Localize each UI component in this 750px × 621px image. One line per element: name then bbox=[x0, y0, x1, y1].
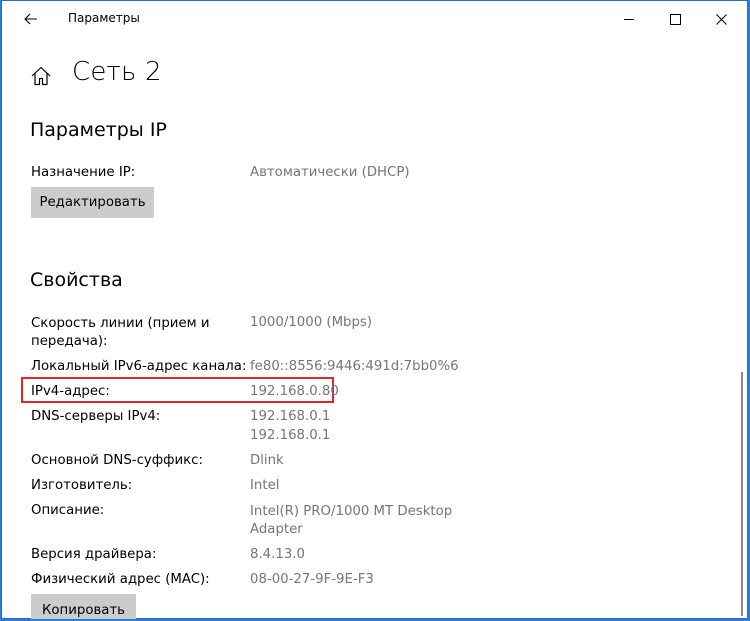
description-value-line-2: Adapter bbox=[250, 522, 303, 537]
minimize-button[interactable] bbox=[606, 0, 652, 38]
page-title: Сеть 2 bbox=[72, 57, 162, 87]
home-button[interactable] bbox=[30, 65, 52, 87]
manufacturer-value: Intel bbox=[250, 478, 280, 493]
title-bar: Параметры bbox=[1, 0, 748, 38]
manufacturer-label: Изготовитель: bbox=[31, 478, 133, 493]
dns-suffix-label: Основной DNS-суффикс: bbox=[31, 453, 203, 468]
maximize-icon bbox=[669, 13, 681, 25]
driver-version-label: Версия драйвера: bbox=[31, 547, 157, 562]
mac-address-label: Физический адрес (MAC): bbox=[31, 572, 210, 587]
maximize-button[interactable] bbox=[652, 0, 698, 38]
dns-server-value-2: 192.168.0.1 bbox=[250, 428, 331, 443]
properties-heading: Свойства bbox=[30, 269, 123, 291]
ipv6-value: fe80::8556:9446:491d:7bb0%6 bbox=[250, 359, 459, 374]
link-speed-label: Скорость линии (прием и bbox=[31, 316, 210, 331]
ip-assignment-label: Назначение IP: bbox=[31, 165, 136, 180]
mac-address-value: 08-00-27-9F-9E-F3 bbox=[250, 572, 374, 587]
link-speed-label-cont: передача): bbox=[31, 334, 108, 349]
ipv4-label: IPv4-адрес: bbox=[31, 384, 110, 399]
window-title: Параметры bbox=[68, 11, 140, 25]
settings-window: Параметры Сеть 2 Параметры IP Назначение… bbox=[1, 0, 748, 619]
vertical-scrollbar[interactable] bbox=[741, 372, 743, 616]
back-arrow-icon bbox=[24, 13, 37, 25]
edit-button[interactable]: Редактировать bbox=[31, 187, 154, 218]
ipv4-value: 192.168.0.80 bbox=[250, 384, 339, 399]
link-speed-value: 1000/1000 (Mbps) bbox=[250, 315, 373, 330]
ip-settings-heading: Параметры IP bbox=[30, 119, 167, 141]
dns-suffix-value: Dlink bbox=[250, 453, 284, 468]
back-button[interactable] bbox=[14, 5, 48, 33]
close-icon bbox=[715, 13, 727, 25]
description-value-line-1: Intel(R) PRO/1000 MT Desktop bbox=[250, 504, 453, 519]
driver-version-value: 8.4.13.0 bbox=[250, 547, 305, 562]
dns-server-value-1: 192.168.0.1 bbox=[250, 409, 331, 424]
close-button[interactable] bbox=[698, 0, 744, 38]
home-icon bbox=[31, 66, 51, 86]
ip-assignment-value: Автоматически (DHCP) bbox=[250, 165, 410, 180]
dns-servers-label: DNS-серверы IPv4: bbox=[31, 409, 161, 424]
description-label: Описание: bbox=[31, 503, 105, 518]
copy-button[interactable]: Копировать bbox=[31, 594, 136, 619]
ipv6-label: Локальный IPv6-адрес канала: bbox=[31, 359, 247, 374]
minimize-icon bbox=[623, 18, 634, 20]
